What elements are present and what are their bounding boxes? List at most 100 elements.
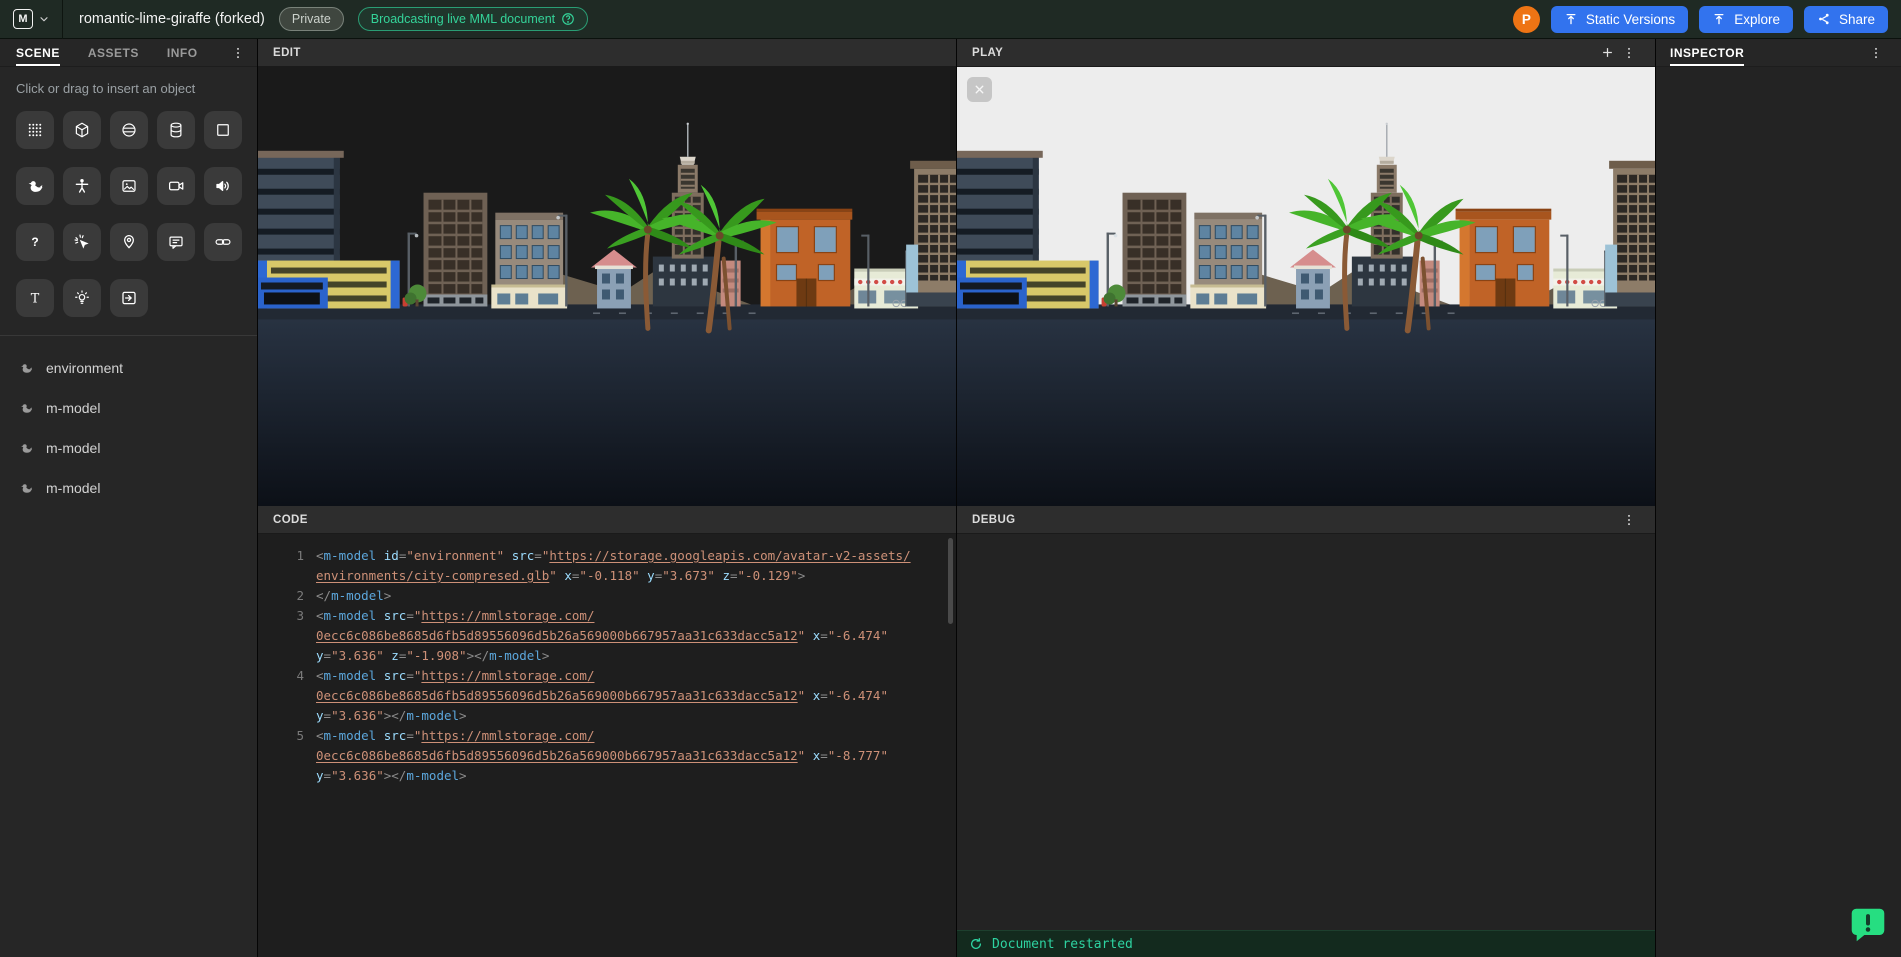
insert-chat-bubble-button[interactable] (157, 223, 195, 261)
play-panel-header: PLAY (957, 39, 1655, 67)
explore-button[interactable]: Explore (1699, 5, 1793, 33)
link-icon (215, 239, 231, 245)
light-bulb-icon (75, 290, 89, 304)
square-icon (217, 124, 229, 136)
inspector-body (1656, 67, 1901, 957)
restart-icon (970, 937, 982, 949)
insert-hint: Click or drag to insert an object (16, 81, 196, 96)
play-close-button[interactable] (967, 77, 992, 102)
insert-portal-button[interactable] (110, 279, 148, 317)
character-icon (75, 179, 89, 193)
portal-enter-icon (122, 291, 136, 305)
insert-cylinder-button[interactable] (157, 111, 195, 149)
svg-text:T: T (31, 292, 40, 307)
code-editor[interactable]: 1 <m-model id="environment" src="https://… (258, 534, 956, 957)
insert-audio-button[interactable] (204, 167, 242, 205)
feedback-bubble-icon (1851, 908, 1885, 942)
sidebar-menu-kebab-icon[interactable] (227, 42, 249, 64)
scene-tree-item[interactable]: m-model (0, 468, 257, 508)
scene-tree-item[interactable]: m-model (0, 388, 257, 428)
share-icon (1819, 13, 1829, 25)
play-menu-kebab-icon[interactable] (1618, 42, 1640, 64)
sidebar-tabs: SCENE ASSETS INFO (0, 39, 257, 67)
chevron-down-icon[interactable] (38, 13, 50, 25)
inspector-menu-kebab-icon[interactable] (1865, 42, 1887, 64)
feedback-button[interactable] (1849, 906, 1887, 944)
play-panel-title: PLAY (972, 46, 1004, 59)
code-panel-title: CODE (273, 513, 308, 526)
video-camera-icon (168, 181, 184, 191)
insert-prompt-button[interactable]: ? (16, 223, 54, 261)
insert-sphere-button[interactable] (110, 111, 148, 149)
code-panel-header: CODE (258, 506, 956, 534)
insert-text-button[interactable]: T (16, 279, 54, 317)
close-icon (975, 85, 984, 94)
model-duck-icon (21, 403, 33, 413)
edit-3d-scene (258, 67, 956, 506)
scene-tree-item[interactable]: environment (0, 348, 257, 388)
insert-image-button[interactable] (110, 167, 148, 205)
insert-tool-grid: ? T (0, 96, 257, 335)
edit-panel-title: EDIT (273, 46, 301, 59)
debug-log[interactable] (957, 534, 1655, 930)
insert-position-probe-button[interactable] (110, 223, 148, 261)
app-logo-letter: M (18, 13, 28, 25)
tab-scene[interactable]: SCENE (16, 39, 60, 66)
insert-video-button[interactable] (157, 167, 195, 205)
insert-link-button[interactable] (204, 223, 242, 261)
duck-icon (28, 180, 43, 192)
topbar-divider (62, 0, 63, 39)
tab-inspector[interactable]: INSPECTOR (1670, 39, 1745, 66)
insert-plane-button[interactable] (16, 111, 54, 149)
plane-grid-icon (28, 123, 42, 137)
user-avatar[interactable]: P (1512, 5, 1540, 33)
debug-panel-title: DEBUG (972, 513, 1016, 526)
scene-tree-item-label: m-model (46, 400, 101, 416)
share-button[interactable]: Share (1803, 5, 1888, 33)
app-logo[interactable]: M (13, 9, 33, 29)
broadcast-badge[interactable]: Broadcasting live MML document (357, 7, 589, 31)
edit-panel-header: EDIT (258, 39, 956, 67)
question-mark-icon: ? (31, 235, 38, 249)
inspector-header: INSPECTOR (1656, 39, 1901, 67)
top-bar: M romantic-lime-giraffe (forked) Private… (0, 0, 1901, 39)
inspector-panel: INSPECTOR (1656, 39, 1901, 957)
chat-bubble-icon (169, 236, 183, 249)
code-line: 4 <m-model src="https://mmlstorage.com/0e… (296, 668, 888, 723)
static-versions-button[interactable]: Static Versions (1550, 5, 1689, 33)
sidebar: SCENE ASSETS INFO Click or drag to inser… (0, 39, 258, 957)
model-duck-icon (21, 363, 33, 373)
code-scrollbar[interactable] (948, 538, 953, 624)
svg-text:?: ? (31, 235, 38, 249)
upload-icon (1714, 13, 1724, 25)
scene-tree-item-label: m-model (46, 480, 101, 496)
insert-character-button[interactable] (63, 167, 101, 205)
code-lines: 1 <m-model id="environment" src="https://… (270, 546, 956, 786)
sphere-icon (122, 123, 136, 137)
scene-tree-item-label: environment (46, 360, 124, 376)
speaker-icon (216, 181, 229, 191)
insert-light-button[interactable] (63, 279, 101, 317)
debug-status-bar: Document restarted (957, 930, 1655, 957)
insert-duck-button[interactable] (16, 167, 54, 205)
private-badge: Private (278, 7, 344, 31)
code-line: 1 <m-model id="environment" src="https://… (296, 548, 911, 583)
upload-icon (1566, 13, 1576, 25)
code-line: 2 </m-model> (296, 588, 392, 603)
plus-icon (1602, 48, 1612, 57)
debug-menu-kebab-icon[interactable] (1618, 509, 1640, 531)
play-3d-scene (957, 67, 1655, 506)
tab-info[interactable]: INFO (167, 39, 198, 66)
insert-quad-button[interactable] (204, 111, 242, 149)
play-add-button[interactable] (1596, 42, 1618, 64)
cursor-click-icon (74, 234, 89, 249)
edit-viewport[interactable] (258, 67, 956, 506)
code-line: 5 <m-model src="https://mmlstorage.com/0e… (296, 728, 888, 783)
insert-cube-button[interactable] (63, 111, 101, 149)
play-viewport[interactable] (957, 67, 1655, 506)
scene-tree-item[interactable]: m-model (0, 428, 257, 468)
insert-interaction-button[interactable] (63, 223, 101, 261)
scene-tree-item-label: m-model (46, 440, 101, 456)
tab-assets[interactable]: ASSETS (88, 39, 139, 66)
help-circle-icon[interactable] (561, 12, 575, 26)
